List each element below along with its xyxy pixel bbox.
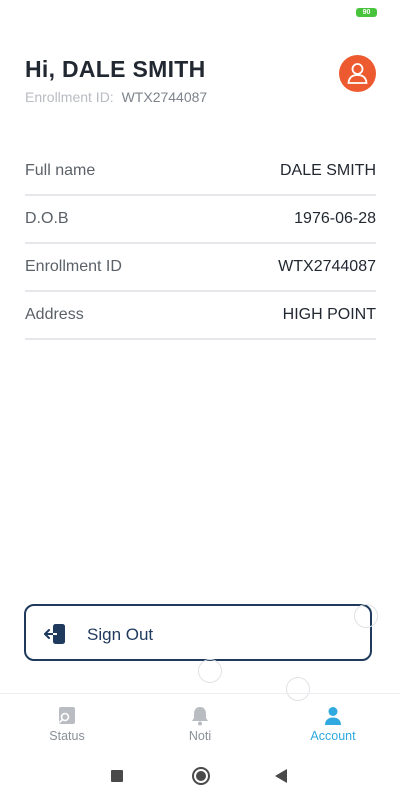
info-row-enrollment-id: Enrollment ID WTX2744087	[25, 244, 376, 292]
info-value: 1976-06-28	[294, 210, 376, 227]
sign-out-label: Sign Out	[87, 625, 154, 644]
info-value: DALE SMITH	[279, 162, 376, 179]
enrollment-subtitle-value: WTX2744087	[121, 89, 208, 105]
bell-icon	[192, 707, 208, 726]
account-header: Hi, DALE SMITH Enrollment ID: WTX2744087	[25, 52, 376, 112]
info-row-full-name: Full name DALE SMITH	[25, 148, 376, 196]
tab-account[interactable]: Account	[283, 706, 383, 743]
tab-label: Noti	[188, 729, 212, 743]
user-icon	[347, 63, 368, 84]
info-row-dob: D.O.B 1976-06-28	[25, 196, 376, 244]
info-value: WTX2744087	[278, 258, 376, 275]
profile-info-list: Full name DALE SMITH D.O.B 1976-06-28 En…	[25, 148, 376, 340]
info-row-address: Address HIGH POINT	[25, 292, 376, 340]
enrollment-subtitle: Enrollment ID: WTX2744087	[25, 89, 207, 105]
tab-noti[interactable]: Noti	[150, 706, 250, 743]
avatar[interactable]	[339, 55, 376, 92]
enrollment-subtitle-label: Enrollment ID:	[25, 89, 114, 105]
status-icon	[58, 707, 75, 724]
bottom-tab-bar: Status Noti Account	[0, 693, 400, 750]
touch-indicator	[198, 659, 222, 683]
info-label: D.O.B	[25, 210, 69, 227]
status-bar: 90	[0, 0, 400, 24]
sign-out-icon	[44, 624, 65, 644]
touch-indicator	[354, 604, 378, 628]
info-label: Address	[25, 306, 84, 323]
tab-label: Status	[49, 729, 85, 743]
sign-out-button[interactable]: Sign Out	[24, 604, 372, 661]
info-label: Enrollment ID	[25, 258, 122, 275]
greeting-title: Hi, DALE SMITH	[25, 56, 206, 82]
system-nav-bar	[0, 752, 400, 800]
back-button[interactable]	[275, 769, 287, 783]
battery-icon: 90	[356, 8, 377, 17]
tab-label: Account	[310, 729, 356, 743]
user-icon	[325, 707, 341, 725]
info-value: HIGH POINT	[282, 306, 376, 323]
tab-status[interactable]: Status	[17, 706, 117, 743]
info-label: Full name	[25, 162, 96, 179]
recent-apps-button[interactable]	[111, 770, 123, 782]
home-button[interactable]	[192, 767, 210, 785]
